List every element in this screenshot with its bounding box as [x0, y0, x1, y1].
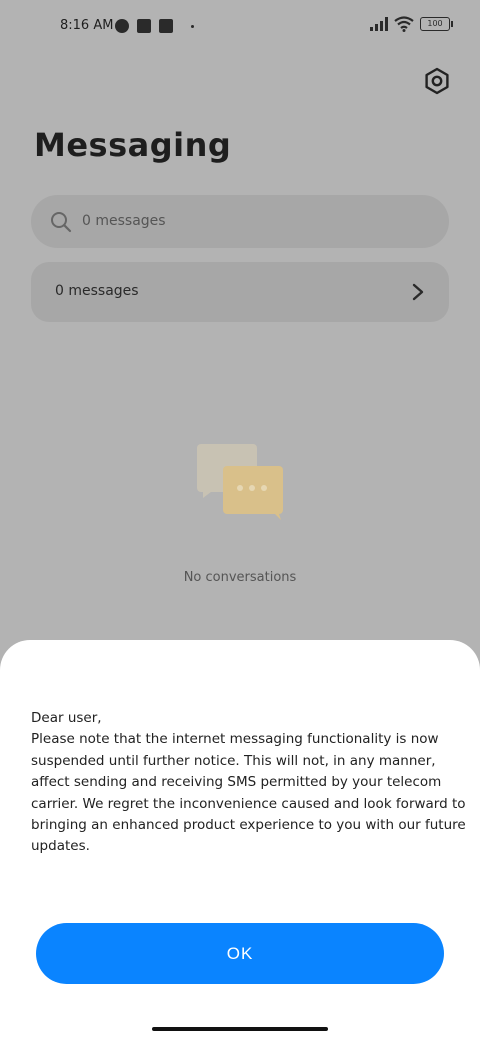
empty-state-text: No conversations: [183, 570, 297, 585]
notice-body: Please note that the internet messaging …: [31, 731, 466, 855]
dot-icon: [191, 24, 194, 28]
notice-message: Dear user, Please note that the internet…: [31, 708, 471, 858]
search-icon: [51, 212, 72, 233]
search-input[interactable]: 0 messages: [31, 195, 449, 248]
wifi-icon: [394, 16, 414, 32]
home-indicator[interactable]: [152, 1027, 328, 1031]
page-title: Messaging: [34, 126, 232, 164]
notice-dialog: Dear user, Please note that the internet…: [0, 640, 480, 1040]
notice-greeting: Dear user,: [31, 710, 102, 726]
chevron-right-icon: [412, 283, 424, 301]
notification-app-icon: [115, 19, 129, 33]
status-system-icons: 100: [370, 16, 453, 32]
chat-bubbles-illustration: [197, 444, 283, 520]
ok-button[interactable]: OK: [36, 923, 444, 984]
signal-icon: [370, 17, 388, 31]
upload-icon: [159, 19, 173, 33]
status-notification-icons: [115, 19, 194, 33]
gear-icon[interactable]: [422, 66, 452, 96]
square-app-icon: [137, 19, 151, 33]
status-time: 8:16 AM: [60, 18, 114, 33]
status-bar: 8:16 AM 100: [0, 0, 480, 56]
messages-row-label: 0 messages: [55, 283, 139, 299]
messages-row[interactable]: 0 messages: [31, 262, 449, 322]
search-placeholder: 0 messages: [82, 213, 166, 229]
battery-icon: 100: [420, 17, 453, 31]
